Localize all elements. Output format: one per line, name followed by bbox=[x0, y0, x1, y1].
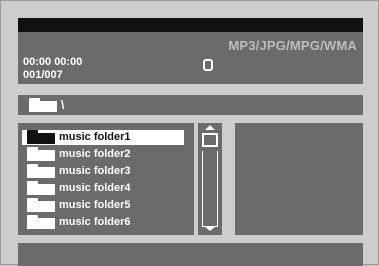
folder-icon bbox=[27, 215, 55, 229]
top-bar bbox=[18, 18, 363, 32]
player-frame: MP3/JPG/MPG/WMA 00:00 00:00 001/007 \ mu… bbox=[0, 0, 379, 266]
scrollbar[interactable] bbox=[198, 123, 222, 235]
folder-icon bbox=[27, 164, 55, 178]
bottom-bar bbox=[18, 243, 363, 266]
list-item-label: music folder5 bbox=[59, 199, 131, 211]
preview-panel bbox=[235, 123, 363, 235]
path-text: \ bbox=[61, 98, 65, 112]
folder-icon bbox=[29, 98, 57, 112]
header-panel: MP3/JPG/MPG/WMA 00:00 00:00 001/007 bbox=[18, 32, 363, 84]
list-item[interactable]: music folder1 bbox=[22, 130, 184, 145]
list-item[interactable]: music folder3 bbox=[22, 164, 184, 179]
folder-icon bbox=[27, 181, 55, 195]
list-item[interactable]: music folder4 bbox=[22, 181, 184, 196]
path-bar: \ bbox=[18, 95, 363, 115]
scroll-track[interactable] bbox=[202, 151, 218, 227]
list-item-label: music folder6 bbox=[59, 216, 131, 228]
folder-icon bbox=[27, 130, 55, 144]
list-item[interactable]: music folder5 bbox=[22, 198, 184, 213]
list-item-label: music folder3 bbox=[59, 165, 131, 177]
time-display: 00:00 00:00 bbox=[23, 56, 83, 68]
format-label: MP3/JPG/MPG/WMA bbox=[228, 38, 357, 53]
folder-icon bbox=[27, 147, 55, 161]
scroll-thumb[interactable] bbox=[202, 133, 218, 147]
list-item-label: music folder1 bbox=[59, 131, 131, 143]
list-item[interactable]: music folder6 bbox=[22, 215, 184, 230]
file-list: music folder1 music folder2 music folder… bbox=[18, 123, 194, 235]
list-item-label: music folder2 bbox=[59, 148, 131, 160]
folder-icon bbox=[27, 198, 55, 212]
list-item[interactable]: music folder2 bbox=[22, 147, 184, 162]
scroll-down-icon[interactable] bbox=[202, 226, 218, 234]
list-item-label: music folder4 bbox=[59, 182, 131, 194]
stop-icon bbox=[203, 59, 213, 71]
track-count: 001/007 bbox=[23, 69, 63, 81]
